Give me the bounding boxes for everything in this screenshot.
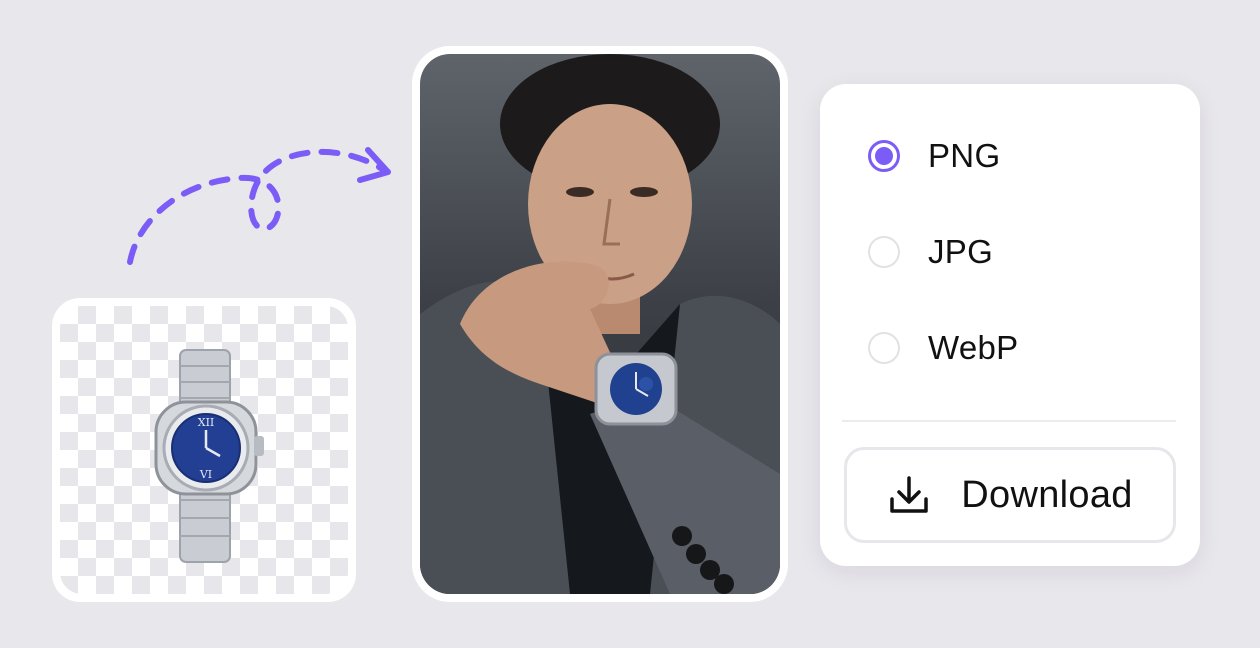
model-photo-card xyxy=(412,46,788,602)
format-label: JPG xyxy=(928,233,994,270)
svg-text:XII: XII xyxy=(198,416,215,429)
format-label: PNG xyxy=(928,137,1001,174)
download-icon xyxy=(890,476,929,513)
radio-unselected-icon[interactable] xyxy=(868,332,900,364)
divider xyxy=(842,420,1176,422)
radio-unselected-icon[interactable] xyxy=(868,236,900,268)
dashed-curved-arrow xyxy=(127,147,391,265)
product-cutout-card: XII VI xyxy=(52,298,356,602)
svg-text:VI: VI xyxy=(199,468,212,481)
transparent-background: XII VI xyxy=(60,306,348,594)
download-label: Download xyxy=(961,473,1133,516)
download-button[interactable]: Download xyxy=(844,447,1176,543)
watch-cutout-image: XII VI xyxy=(154,349,264,563)
format-option-webp[interactable]: WebP xyxy=(868,328,1018,368)
format-option-png[interactable]: PNG xyxy=(868,136,1000,176)
format-label: WebP xyxy=(928,329,1019,366)
export-options-panel: PNG JPG WebP Download xyxy=(820,84,1200,566)
radio-selected-icon[interactable] xyxy=(868,140,900,172)
model-wearing-watch-image xyxy=(420,54,780,594)
format-option-jpg[interactable]: JPG xyxy=(868,232,993,272)
